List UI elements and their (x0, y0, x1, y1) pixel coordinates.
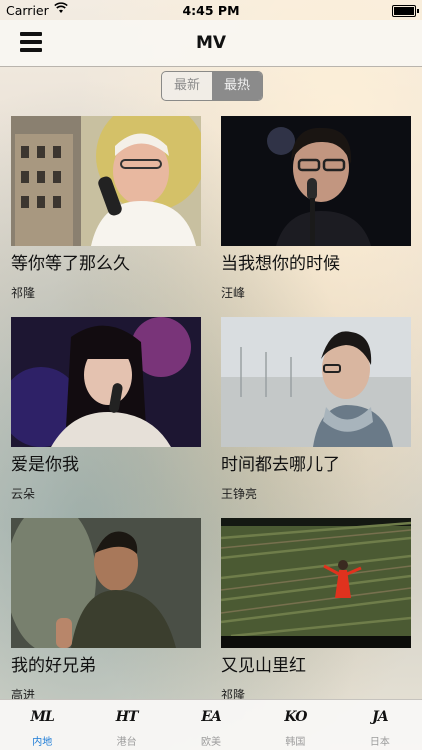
navigation-bar: MV (0, 20, 422, 67)
battery-icon (392, 5, 419, 17)
mv-title: 时间都去哪儿了 (221, 455, 340, 475)
tab-label: 韩国 (285, 737, 306, 748)
tab-label: 欧美 (201, 737, 222, 748)
mv-thumbnail (11, 518, 201, 648)
ko-logo-icon: KO (284, 709, 307, 725)
mv-artist: 云朵 (11, 487, 36, 501)
mv-title: 当我想你的时候 (221, 254, 340, 274)
segment-hottest[interactable]: 最热 (212, 72, 262, 100)
segment-latest[interactable]: 最新 (162, 72, 212, 100)
tab-mainland[interactable]: ML 内地 (0, 700, 84, 750)
status-bar: Carrier 4:45 PM (0, 0, 422, 20)
region-tab-bar: ML 内地 HT 港台 EA 欧美 KO 韩国 JA 日本 (0, 699, 422, 750)
mv-thumbnail (11, 317, 201, 447)
page-title: MV (195, 33, 227, 53)
mv-thumbnail (221, 317, 411, 447)
mv-thumbnail (11, 116, 201, 246)
mv-artist: 祁隆 (11, 286, 36, 300)
tab-hongkong-taiwan[interactable]: HT 港台 (84, 700, 168, 750)
mv-title: 爱是你我 (11, 455, 79, 475)
ml-logo-icon: ML (30, 709, 55, 725)
tab-label: 日本 (369, 737, 390, 748)
tab-europe-america[interactable]: EA 欧美 (169, 700, 253, 750)
tab-korea[interactable]: KO 韩国 (253, 700, 337, 750)
sort-segmented-control: 最新 最热 (161, 71, 263, 101)
mv-artist: 王铮亮 (221, 487, 258, 501)
mv-card[interactable]: 等你等了那么久 祁隆 (11, 116, 201, 306)
mv-title: 等你等了那么久 (11, 254, 130, 274)
tab-japan[interactable]: JA 日本 (338, 700, 422, 750)
mv-artist: 汪峰 (221, 286, 246, 300)
tab-label: 港台 (116, 737, 137, 748)
tab-label: 内地 (32, 737, 53, 748)
ea-logo-icon: EA (201, 709, 222, 725)
ht-logo-icon: HT (115, 709, 139, 725)
mv-title: 我的好兄弟 (11, 656, 96, 676)
mv-title: 又见山里红 (221, 656, 306, 676)
mv-card[interactable]: 爱是你我 云朵 (11, 317, 201, 507)
mv-thumbnail (221, 116, 411, 246)
mv-card[interactable]: 当我想你的时候 汪峰 (221, 116, 411, 306)
mv-thumbnail (221, 518, 411, 648)
mv-card[interactable]: 又见山里红 祁隆 (221, 518, 411, 708)
ja-logo-icon: JA (372, 709, 389, 725)
mv-card[interactable]: 我的好兄弟 高进 (11, 518, 201, 708)
status-time: 4:45 PM (182, 3, 240, 18)
mv-card[interactable]: 时间都去哪儿了 王铮亮 (221, 317, 411, 507)
